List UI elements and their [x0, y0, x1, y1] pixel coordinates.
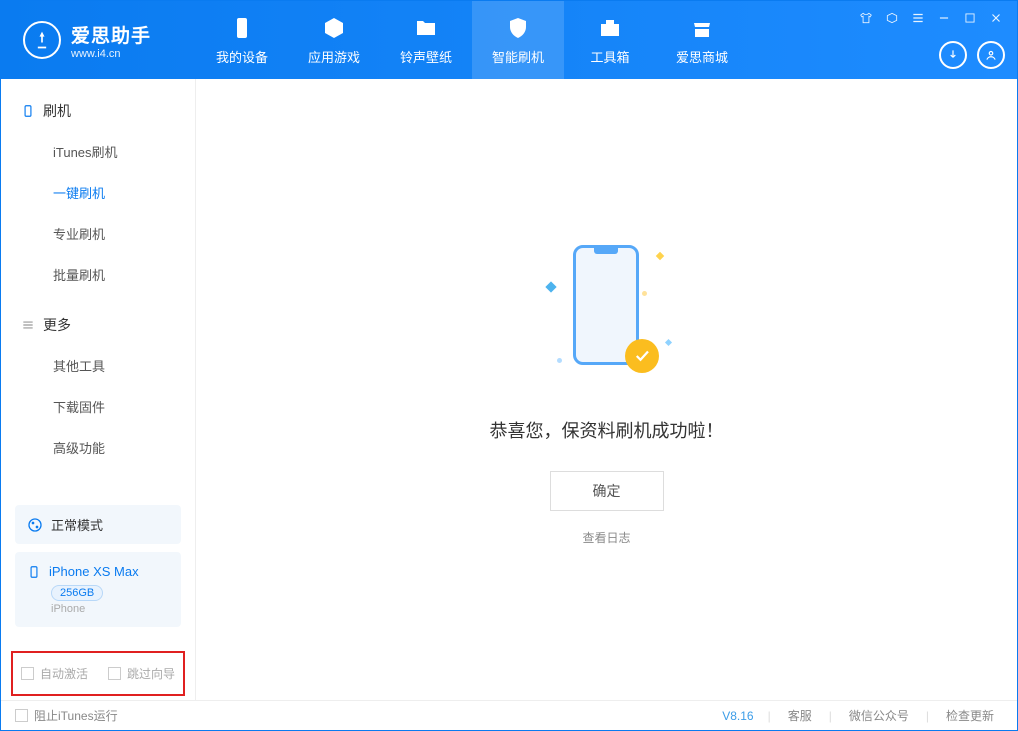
device-type: iPhone — [51, 603, 169, 615]
sidebar-item-other-tools[interactable]: 其他工具 — [1, 345, 195, 386]
mode-box[interactable]: 正常模式 — [15, 505, 181, 544]
ok-button[interactable]: 确定 — [550, 471, 664, 511]
music-folder-icon — [413, 15, 439, 41]
sparkle-icon — [655, 252, 663, 260]
checkbox-icon — [15, 709, 28, 722]
device-capacity: 256GB — [51, 585, 103, 601]
maximize-icon[interactable] — [961, 9, 979, 27]
sidebar-item-download-firmware[interactable]: 下载固件 — [1, 386, 195, 427]
view-log-link[interactable]: 查看日志 — [582, 529, 630, 546]
device-icon — [27, 565, 41, 579]
logo-area: 爱思助手 www.i4.cn — [1, 21, 196, 60]
group-title: 刷机 — [43, 101, 71, 121]
tab-label: 智能刷机 — [492, 47, 544, 66]
sparkle-icon — [664, 339, 671, 346]
phone-outline-icon — [21, 104, 35, 118]
cube-small-icon[interactable] — [883, 9, 901, 27]
logo-icon — [23, 21, 61, 59]
mode-label: 正常模式 — [51, 515, 103, 534]
success-message: 恭喜您，保资料刷机成功啦！ — [490, 417, 724, 443]
tab-ringtones-wallpapers[interactable]: 铃声壁纸 — [380, 1, 472, 79]
footer-link-wechat[interactable]: 微信公众号 — [840, 707, 918, 724]
sidebar-item-batch-flash[interactable]: 批量刷机 — [1, 254, 195, 295]
sparkle-icon — [545, 281, 556, 292]
body: 刷机 iTunes刷机 一键刷机 专业刷机 批量刷机 更多 其他工具 下载固件 … — [1, 79, 1017, 700]
window-controls — [857, 9, 1005, 27]
logo-text: 爱思助手 www.i4.cn — [71, 21, 151, 60]
dot-icon — [642, 291, 647, 296]
sidebar-bottom: 正常模式 iPhone XS Max 256GB iPhone — [1, 495, 195, 637]
user-button[interactable] — [977, 41, 1005, 69]
checkbox-icon — [21, 667, 34, 680]
footer-link-update[interactable]: 检查更新 — [937, 707, 1003, 724]
sidebar-item-itunes-flash[interactable]: iTunes刷机 — [1, 131, 195, 172]
version-label: V8.16 — [722, 709, 759, 723]
list-icon — [21, 318, 35, 332]
sidebar-item-pro-flash[interactable]: 专业刷机 — [1, 213, 195, 254]
sidebar-scroll: 刷机 iTunes刷机 一键刷机 专业刷机 批量刷机 更多 其他工具 下载固件 … — [1, 79, 195, 495]
check-badge-icon — [625, 339, 659, 373]
tab-store[interactable]: 爱思商城 — [656, 1, 748, 79]
sidebar-item-oneclick-flash[interactable]: 一键刷机 — [1, 172, 195, 213]
checkbox-label: 自动激活 — [40, 665, 88, 682]
close-icon[interactable] — [987, 9, 1005, 27]
nav-tabs: 我的设备 应用游戏 铃声壁纸 智能刷机 工具箱 爱思商城 — [196, 1, 748, 79]
footer-right: V8.16 | 客服 | 微信公众号 | 检查更新 — [722, 707, 1003, 724]
footer: 阻止iTunes运行 V8.16 | 客服 | 微信公众号 | 检查更新 — [1, 700, 1017, 730]
cube-icon — [321, 15, 347, 41]
store-icon — [689, 15, 715, 41]
tab-toolbox[interactable]: 工具箱 — [564, 1, 656, 79]
header-action-buttons — [939, 41, 1005, 69]
dot-icon — [557, 358, 562, 363]
sidebar-group-more: 更多 — [1, 305, 195, 345]
menu-icon[interactable] — [909, 9, 927, 27]
main-content: 恭喜您，保资料刷机成功啦！ 确定 查看日志 — [196, 79, 1017, 700]
checkbox-block-itunes[interactable]: 阻止iTunes运行 — [15, 707, 118, 724]
checkbox-icon — [108, 667, 121, 680]
app-url: www.i4.cn — [71, 48, 151, 60]
mode-icon — [27, 517, 43, 533]
sidebar: 刷机 iTunes刷机 一键刷机 专业刷机 批量刷机 更多 其他工具 下载固件 … — [1, 79, 196, 700]
app-title: 爱思助手 — [71, 21, 151, 48]
checkbox-label: 跳过向导 — [127, 665, 175, 682]
tab-label: 铃声壁纸 — [400, 47, 452, 66]
tab-label: 工具箱 — [590, 47, 629, 66]
checkbox-skip-guide[interactable]: 跳过向导 — [108, 665, 175, 682]
sidebar-group-flash: 刷机 — [1, 91, 195, 131]
tab-label: 爱思商城 — [676, 47, 728, 66]
device-name-row: iPhone XS Max — [27, 564, 169, 579]
success-illustration — [537, 233, 677, 393]
tab-apps-games[interactable]: 应用游戏 — [288, 1, 380, 79]
highlight-box: 自动激活 跳过向导 — [11, 651, 185, 696]
minimize-icon[interactable] — [935, 9, 953, 27]
tab-label: 应用游戏 — [308, 47, 360, 66]
checkbox-auto-activate[interactable]: 自动激活 — [21, 665, 88, 682]
checkbox-label: 阻止iTunes运行 — [34, 707, 118, 724]
shield-refresh-icon — [505, 15, 531, 41]
tshirt-icon[interactable] — [857, 9, 875, 27]
toolbox-icon — [597, 15, 623, 41]
tab-smart-flash[interactable]: 智能刷机 — [472, 1, 564, 79]
device-box[interactable]: iPhone XS Max 256GB iPhone — [15, 552, 181, 627]
device-name: iPhone XS Max — [49, 564, 139, 579]
tab-label: 我的设备 — [216, 47, 268, 66]
sidebar-item-advanced[interactable]: 高级功能 — [1, 427, 195, 468]
header: 爱思助手 www.i4.cn 我的设备 应用游戏 铃声壁纸 智能刷机 工具箱 爱… — [1, 1, 1017, 79]
group-title: 更多 — [43, 315, 71, 335]
footer-link-support[interactable]: 客服 — [779, 707, 821, 724]
phone-icon — [229, 15, 255, 41]
download-button[interactable] — [939, 41, 967, 69]
tab-my-device[interactable]: 我的设备 — [196, 1, 288, 79]
